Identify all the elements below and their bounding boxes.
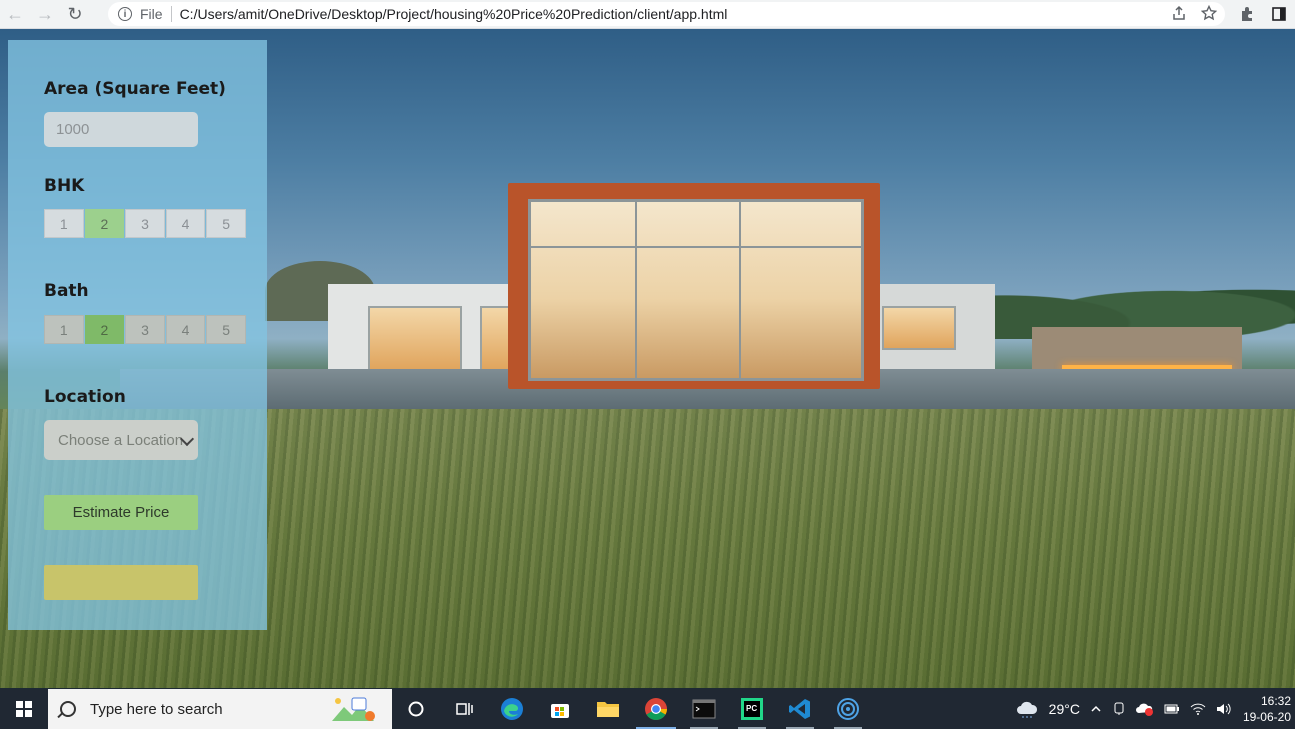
reload-button[interactable]: ↻ [60,0,90,28]
weather-cloud-icon[interactable] [1015,700,1039,718]
taskbar-search-box[interactable]: Type here to search [48,689,392,729]
url-text[interactable]: C:/Users/amit/OneDrive/Desktop/Project/h… [180,6,728,22]
store-icon[interactable] [536,689,584,729]
sidepanel-icon[interactable] [1268,3,1290,25]
bath-option-1[interactable]: 1 [44,315,84,344]
location-select-value: Choose a Location [58,431,184,449]
forward-button[interactable]: → [30,0,60,28]
bhk-label: BHK [44,176,85,196]
windows-logo-icon [16,701,32,717]
info-icon[interactable]: i [118,7,132,21]
search-icon [60,701,76,717]
house-glass-box [508,183,880,389]
house-right-wing [870,284,995,369]
bath-option-2[interactable]: 2 [84,315,125,344]
house-left-wing [328,284,510,372]
location-label: Location [44,387,126,407]
battery-icon[interactable] [1164,703,1180,715]
back-button[interactable]: ← [0,0,30,28]
address-bar[interactable]: i File C:/Users/amit/OneDrive/Desktop/Pr… [108,2,1225,26]
scheme-label: File [140,6,163,22]
browser-toolbar: ← → ↻ i File C:/Users/amit/OneDrive/Desk… [0,0,1295,29]
area-label: Area (Square Feet) [44,79,226,99]
location-select[interactable]: Choose a Location [44,420,198,460]
pycharm-icon[interactable]: PC [728,689,776,729]
bath-option-5[interactable]: 5 [206,315,246,344]
bhk-selector: 1 2 3 4 5 [44,209,247,240]
forward-arrow-icon: → [36,3,54,24]
windows-taskbar: Type here to search PC 29°C 16:32 19-06-… [0,689,1295,729]
outdoor-bench [1032,327,1242,372]
estimate-price-button[interactable]: Estimate Price [44,495,198,530]
search-highlight-icon [332,697,375,721]
cortana-icon[interactable] [392,689,440,729]
bath-option-3[interactable]: 3 [125,315,165,344]
meet-now-icon[interactable] [1112,702,1126,716]
bhk-option-2[interactable]: 2 [84,209,125,238]
address-divider [170,6,172,22]
clock-date: 19-06-20 [1242,710,1291,724]
system-tray: 29°C 16:32 19-06-20 [1010,689,1295,729]
vscode-icon[interactable] [776,689,824,729]
address-actions [1171,5,1217,21]
bhk-option-5[interactable]: 5 [206,209,246,238]
terminal-icon[interactable] [680,689,728,729]
back-arrow-icon: ← [6,3,24,24]
bhk-option-4[interactable]: 4 [165,209,206,238]
reload-icon: ↻ [67,3,83,24]
weather-temp[interactable]: 29°C [1049,701,1080,717]
svg-text:PC: PC [746,704,757,713]
star-icon[interactable] [1201,5,1217,21]
estimator-form: Area (Square Feet) 1000 BHK 1 2 3 4 5 Ba… [8,40,267,630]
bath-label: Bath [44,281,89,301]
estimated-price-output [44,565,198,600]
start-button[interactable] [0,689,48,729]
clock[interactable]: 16:32 19-06-20 [1243,693,1291,725]
chevron-up-icon[interactable] [1090,703,1102,715]
bhk-option-1[interactable]: 1 [44,209,84,238]
chrome-icon[interactable] [632,689,680,729]
bhk-option-3[interactable]: 3 [125,209,165,238]
file-explorer-icon[interactable] [584,689,632,729]
share-icon[interactable] [1171,5,1187,21]
task-view-icon[interactable] [440,689,488,729]
app-icon[interactable] [824,689,872,729]
edge-icon[interactable] [488,689,536,729]
area-input[interactable]: 1000 [44,112,198,147]
bath-option-4[interactable]: 4 [165,315,206,344]
wifi-icon[interactable] [1190,702,1206,716]
onedrive-error-icon[interactable] [1135,702,1154,716]
bath-selector: 1 2 3 4 5 [44,315,247,346]
volume-icon[interactable] [1216,702,1232,716]
clock-time: 16:32 [1260,694,1291,708]
extensions-icon[interactable] [1236,3,1258,25]
search-placeholder: Type here to search [90,700,223,718]
